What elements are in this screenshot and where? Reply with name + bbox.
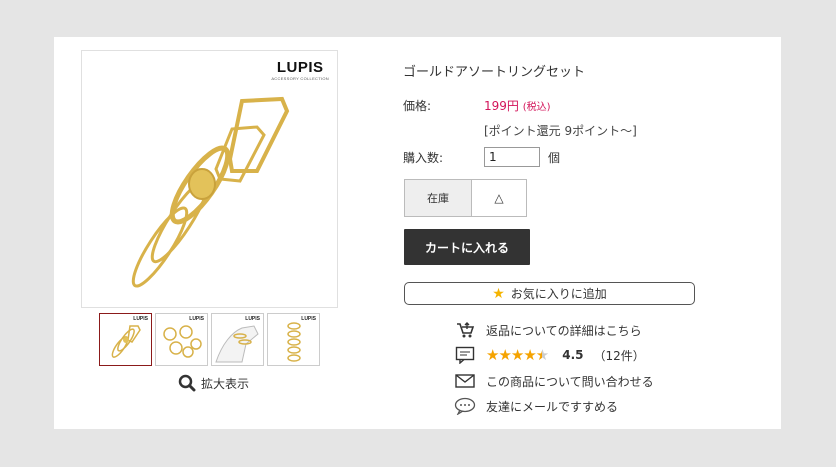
thumbnail-4[interactable]: LUPIS bbox=[267, 313, 320, 366]
mail-icon bbox=[454, 372, 476, 390]
quantity-label: 購入数: bbox=[403, 151, 444, 165]
brand-logo: LUPIS ACCESSORY COLLECTION bbox=[271, 59, 329, 81]
magnifier-icon bbox=[178, 374, 196, 392]
chat-bubble-icon bbox=[454, 397, 476, 415]
rings-illustration bbox=[131, 96, 290, 288]
star-icon: ★ bbox=[492, 285, 505, 302]
review-icon bbox=[454, 346, 476, 364]
share-link[interactable]: 友達にメールですすめる bbox=[454, 397, 618, 415]
add-to-favorites-button[interactable]: ★ お気に入りに追加 bbox=[404, 282, 695, 305]
cart-return-icon bbox=[454, 321, 476, 339]
thumbnail-1[interactable]: LUPIS bbox=[99, 313, 152, 366]
review-row[interactable]: ★★★★★ 4.5 （12件） bbox=[454, 346, 645, 364]
zoom-label: 拡大表示 bbox=[201, 376, 250, 391]
product-card: LUPIS ACCESSORY COLLECTION LUPIS LUPIS L… bbox=[54, 37, 781, 429]
quantity-unit: 個 bbox=[548, 151, 561, 165]
review-count: （12件） bbox=[593, 348, 645, 363]
rating-stars: ★★★★★ bbox=[486, 346, 549, 364]
main-product-image[interactable]: LUPIS ACCESSORY COLLECTION bbox=[81, 50, 338, 308]
inquiry-link[interactable]: この商品について問い合わせる bbox=[454, 372, 654, 390]
stock-status: △ bbox=[494, 191, 504, 205]
returns-link[interactable]: 返品についての詳細はこちら bbox=[454, 321, 642, 339]
product-title: ゴールドアソートリングセット bbox=[403, 65, 586, 80]
points-note: [ポイント還元 9ポイント〜] bbox=[484, 124, 637, 138]
price: 199円 (税込) bbox=[484, 97, 551, 114]
price-label: 価格: bbox=[403, 99, 432, 113]
tax-note: (税込) bbox=[522, 102, 551, 113]
thumbnail-2[interactable]: LUPIS bbox=[155, 313, 208, 366]
quantity-input[interactable] bbox=[484, 147, 540, 167]
price-value: 199円 bbox=[484, 99, 519, 113]
stock-table: 在庫 △ bbox=[404, 179, 527, 217]
stock-header: 在庫 bbox=[405, 180, 472, 216]
zoom-button[interactable]: 拡大表示 bbox=[178, 374, 249, 392]
rating-value: 4.5 bbox=[562, 348, 584, 362]
add-to-cart-button[interactable]: カートに入れる bbox=[404, 229, 530, 265]
favorites-label: お気に入りに追加 bbox=[510, 287, 607, 301]
thumbnail-3[interactable]: LUPIS bbox=[211, 313, 264, 366]
